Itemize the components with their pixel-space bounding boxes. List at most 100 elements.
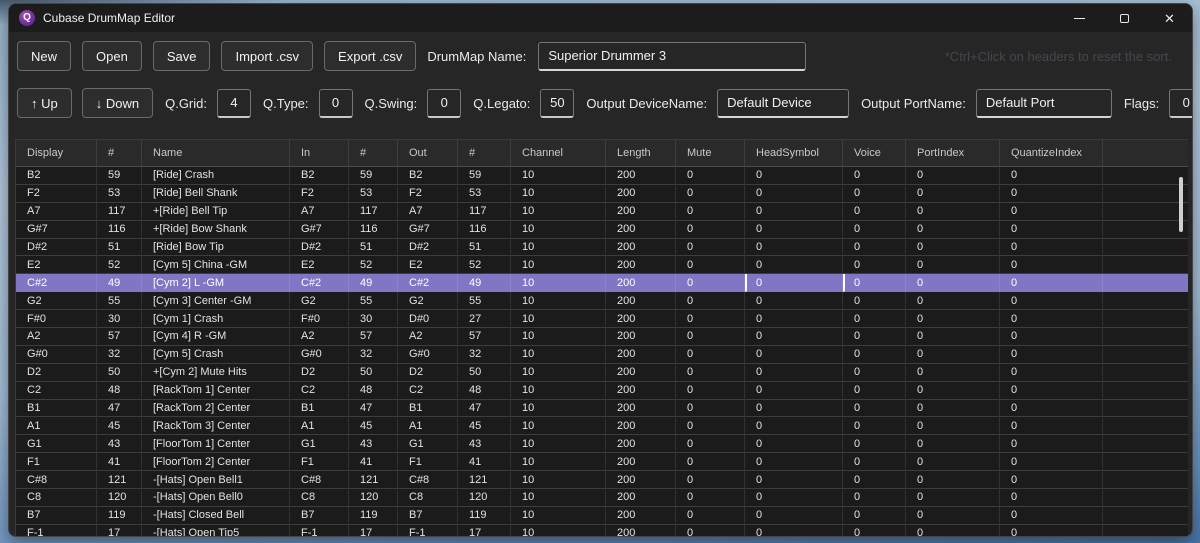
cell[interactable]: 0 <box>843 221 906 239</box>
cell[interactable]: 10 <box>511 167 606 185</box>
cell[interactable]: 0 <box>745 417 843 435</box>
column-header[interactable]: # <box>97 140 142 167</box>
cell[interactable]: D#0 <box>398 310 458 328</box>
cell[interactable]: 10 <box>511 203 606 221</box>
cell[interactable]: 0 <box>843 239 906 257</box>
cell[interactable]: 30 <box>349 310 398 328</box>
cell[interactable]: 0 <box>843 292 906 310</box>
cell[interactable]: 0 <box>676 471 745 489</box>
cell[interactable]: B7 <box>290 507 349 525</box>
cell[interactable]: 0 <box>676 256 745 274</box>
cell[interactable]: 49 <box>349 274 398 292</box>
cell[interactable]: 200 <box>606 507 676 525</box>
cell[interactable]: 55 <box>458 292 511 310</box>
cell[interactable]: +[Cym 2] Mute Hits <box>142 364 290 382</box>
qtype-input[interactable] <box>319 89 353 118</box>
cell[interactable]: B2 <box>398 167 458 185</box>
maximize-icon[interactable] <box>1102 4 1147 32</box>
cell[interactable]: C#2 <box>398 274 458 292</box>
cell[interactable]: +[Ride] Bell Tip <box>142 203 290 221</box>
cell[interactable]: [Cym 4] R -GM <box>142 328 290 346</box>
cell[interactable]: 0 <box>906 292 1000 310</box>
table-row[interactable]: A257[Cym 4] R -GMA257A2571020000000 <box>16 328 1187 346</box>
cell[interactable]: 0 <box>676 203 745 221</box>
cell[interactable]: E2 <box>16 256 97 274</box>
cell[interactable]: D2 <box>16 364 97 382</box>
cell[interactable]: 0 <box>1000 453 1103 471</box>
cell[interactable]: 0 <box>745 435 843 453</box>
export-csv-button[interactable]: Export .csv <box>324 41 416 71</box>
cell[interactable]: 0 <box>843 525 906 537</box>
cell[interactable]: 116 <box>97 221 142 239</box>
cell[interactable]: 0 <box>745 310 843 328</box>
cell[interactable]: 43 <box>458 435 511 453</box>
table-row[interactable]: G255[Cym 3] Center -GMG255G2551020000000 <box>16 292 1187 310</box>
column-header[interactable]: In <box>290 140 349 167</box>
cell[interactable] <box>1103 310 1188 328</box>
cell[interactable] <box>1103 489 1188 507</box>
cell[interactable]: 200 <box>606 400 676 418</box>
cell[interactable]: [Cym 3] Center -GM <box>142 292 290 310</box>
move-down-button[interactable]: ↓ Down <box>82 88 153 118</box>
cell[interactable]: 47 <box>349 400 398 418</box>
cell[interactable]: [Cym 1] Crash <box>142 310 290 328</box>
cell[interactable]: 0 <box>906 400 1000 418</box>
cell[interactable]: 57 <box>97 328 142 346</box>
cell[interactable]: 10 <box>511 274 606 292</box>
cell[interactable]: 0 <box>676 400 745 418</box>
cell[interactable]: G#7 <box>290 221 349 239</box>
table-row[interactable]: D250+[Cym 2] Mute HitsD250D2501020000000 <box>16 364 1187 382</box>
cell[interactable]: 0 <box>1000 203 1103 221</box>
cell[interactable]: 53 <box>349 185 398 203</box>
cell[interactable]: 0 <box>745 507 843 525</box>
column-header[interactable]: Mute <box>676 140 745 167</box>
cell[interactable]: G#7 <box>16 221 97 239</box>
cell[interactable]: F1 <box>290 453 349 471</box>
cell[interactable]: 200 <box>606 471 676 489</box>
cell[interactable]: D#2 <box>398 239 458 257</box>
cell[interactable]: 0 <box>745 489 843 507</box>
cell[interactable]: 10 <box>511 525 606 537</box>
cell[interactable]: 0 <box>745 453 843 471</box>
cell[interactable]: 0 <box>745 185 843 203</box>
cell[interactable]: 50 <box>97 364 142 382</box>
cell[interactable]: 48 <box>458 382 511 400</box>
cell[interactable]: 121 <box>349 471 398 489</box>
cell[interactable]: 200 <box>606 167 676 185</box>
output-devicename-input[interactable] <box>717 89 849 118</box>
cell[interactable]: C8 <box>290 489 349 507</box>
cell[interactable]: 0 <box>1000 507 1103 525</box>
cell[interactable]: 200 <box>606 221 676 239</box>
cell[interactable]: 0 <box>745 364 843 382</box>
cell[interactable]: [FloorTom 2] Center <box>142 453 290 471</box>
cell[interactable]: 27 <box>458 310 511 328</box>
cell[interactable]: 0 <box>745 328 843 346</box>
cell[interactable]: F#0 <box>290 310 349 328</box>
cell[interactable]: 59 <box>349 167 398 185</box>
cell[interactable]: 0 <box>676 364 745 382</box>
table-row[interactable]: G#7116+[Ride] Bow ShankG#7116G#711610200… <box>16 221 1187 239</box>
cell[interactable]: 200 <box>606 417 676 435</box>
cell[interactable]: 0 <box>843 185 906 203</box>
cell[interactable]: 10 <box>511 310 606 328</box>
cell[interactable]: 0 <box>1000 346 1103 364</box>
cell[interactable]: 0 <box>745 221 843 239</box>
cell[interactable]: 48 <box>349 382 398 400</box>
cell[interactable]: 0 <box>843 435 906 453</box>
cell[interactable]: 0 <box>676 489 745 507</box>
cell[interactable]: 32 <box>458 346 511 364</box>
cell[interactable] <box>1103 417 1188 435</box>
cell[interactable] <box>1103 453 1188 471</box>
cell[interactable]: 10 <box>511 507 606 525</box>
cell[interactable]: 200 <box>606 364 676 382</box>
cell[interactable]: F1 <box>398 453 458 471</box>
cell[interactable]: 117 <box>458 203 511 221</box>
cell[interactable]: D#2 <box>16 239 97 257</box>
cell[interactable]: 0 <box>843 453 906 471</box>
cell[interactable] <box>1103 239 1188 257</box>
cell[interactable]: 59 <box>97 167 142 185</box>
cell[interactable]: 32 <box>97 346 142 364</box>
new-button[interactable]: New <box>17 41 71 71</box>
cell[interactable]: 0 <box>676 507 745 525</box>
cell[interactable]: G1 <box>398 435 458 453</box>
